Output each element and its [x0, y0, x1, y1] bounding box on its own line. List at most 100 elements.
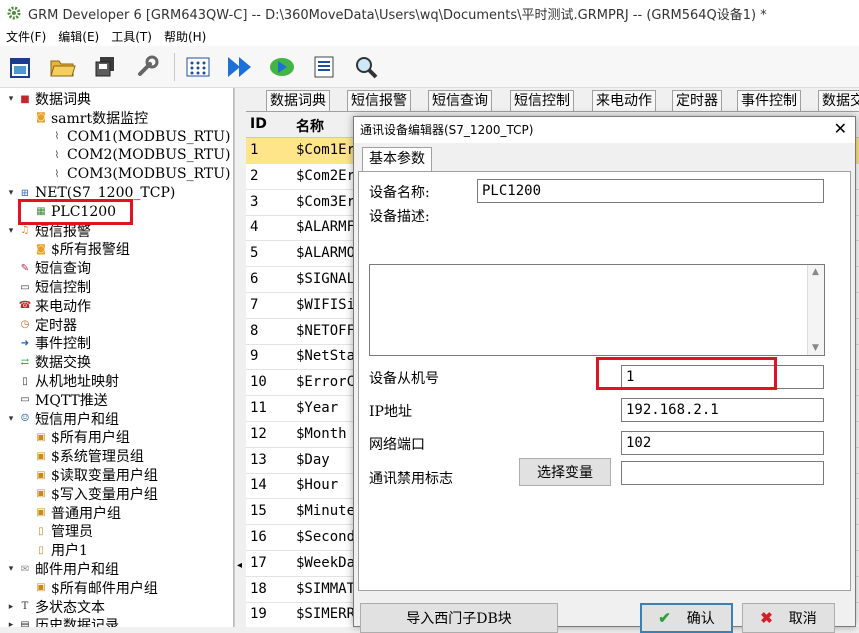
- tab-sms-control[interactable]: 短信控制: [510, 90, 574, 111]
- menu-tools[interactable]: 工具(T): [111, 28, 152, 45]
- open-folder-button[interactable]: [48, 52, 78, 82]
- scroll-up-icon[interactable]: ▲: [812, 267, 819, 277]
- ok-button[interactable]: ✔ 确认: [640, 603, 733, 633]
- device-name-label: 设备名称:: [369, 185, 430, 201]
- network-port-input[interactable]: 102: [621, 431, 824, 455]
- title-bar: GRM Developer 6 [GRM643QW-C] -- D:\360Mo…: [0, 0, 859, 26]
- cancel-x-icon: ✖: [760, 609, 773, 627]
- user-group-icon: ▣: [36, 488, 46, 500]
- tree-item[interactable]: ▾ ♫ 短信报警: [6, 222, 91, 240]
- tree-item[interactable]: ▣ $所有邮件用户组: [22, 579, 158, 597]
- expand-toggle-icon[interactable]: ▾: [6, 414, 16, 424]
- tree-item[interactable]: ▣ $系统管理员组: [22, 447, 144, 465]
- tree-item[interactable]: ⌇ COM3(MODBUS_RTU): [38, 165, 231, 183]
- tree-item[interactable]: ▣ $读取变量用户组: [22, 466, 158, 484]
- expand-toggle-icon[interactable]: ▾: [6, 94, 16, 104]
- tab-sms-alarm[interactable]: 短信报警: [347, 90, 411, 111]
- tree-item[interactable]: ▣ $写入变量用户组: [22, 485, 158, 503]
- tools-button[interactable]: [132, 52, 162, 82]
- comm-disable-flag-input[interactable]: [621, 461, 824, 485]
- tab-data-exchange[interactable]: 数据交: [818, 90, 859, 111]
- description-scrollbar[interactable]: ▲ ▼: [807, 265, 824, 355]
- tab-timer[interactable]: 定时器: [672, 90, 722, 111]
- tab-basic-params[interactable]: 基本参数: [362, 147, 432, 171]
- tree-item[interactable]: ▾ ■ 数据词典: [6, 90, 91, 108]
- tree-item[interactable]: ▯ 管理员: [22, 522, 93, 540]
- device-config-button[interactable]: [309, 52, 339, 82]
- tree-item[interactable]: ◙ samrt数据监控: [22, 109, 148, 127]
- tab-strip: 数据词典 短信报警 短信查询 短信控制 来电动作 定时器 事件控制 数据交: [246, 88, 859, 112]
- tree-item[interactable]: ▯ 用户1: [22, 541, 88, 559]
- column-header-id[interactable]: ID: [250, 116, 267, 132]
- tree-item[interactable]: ◙ $所有报警组: [22, 240, 130, 258]
- tree-item-label: 数据词典: [35, 92, 91, 108]
- tab-event-control[interactable]: 事件控制: [737, 90, 801, 111]
- menu-file[interactable]: 文件(F): [6, 28, 46, 45]
- tree-item[interactable]: ▣ 普通用户组: [22, 504, 121, 522]
- tree-item[interactable]: ▾ ✉ 邮件用户和组: [6, 560, 119, 578]
- ip-address-input[interactable]: 192.168.2.1: [621, 398, 824, 422]
- tab-data-dictionary[interactable]: 数据词典: [266, 90, 330, 111]
- cancel-button-label: 取消: [788, 611, 817, 627]
- tree-item-label: 用户1: [51, 543, 88, 560]
- expand-toggle-icon[interactable]: ▸: [6, 620, 16, 627]
- tab-call-action[interactable]: 来电动作: [592, 90, 656, 111]
- tree-item[interactable]: ◷ 定时器: [6, 316, 77, 334]
- import-siemens-db-button[interactable]: 导入西门子DB块: [360, 603, 558, 633]
- tree-item-label: COM1(MODBUS_RTU): [67, 128, 231, 145]
- search-button[interactable]: [351, 52, 381, 82]
- tab-sms-query[interactable]: 短信查询: [428, 90, 492, 111]
- tree-item[interactable]: ➜ 事件控制: [6, 334, 91, 352]
- tree-item[interactable]: ▸ ▤ 历史数据记录: [6, 616, 119, 627]
- tree-item[interactable]: ⇄ 数据交换: [6, 353, 91, 371]
- select-variable-button[interactable]: 选择变量: [519, 458, 611, 486]
- slave-number-input[interactable]: 1: [621, 365, 824, 389]
- cell-name: $SIMERR: [296, 606, 356, 623]
- tree-item-label: $所有报警组: [51, 242, 130, 259]
- tree-item[interactable]: ⌇ COM1(MODBUS_RTU): [38, 128, 231, 146]
- cancel-button[interactable]: ✖ 取消: [742, 603, 835, 633]
- expand-toggle-icon[interactable]: ▾: [6, 226, 16, 236]
- tree-item[interactable]: ▯ 从机地址映射: [6, 372, 119, 390]
- cell-id: 12: [250, 425, 267, 442]
- mqtt-icon: ▭: [20, 394, 30, 406]
- device-description-textarea[interactable]: ▲ ▼: [369, 264, 825, 356]
- collapse-arrow-icon[interactable]: ◂: [237, 560, 242, 571]
- run-button[interactable]: [267, 52, 297, 82]
- tree-item-label: 普通用户组: [51, 505, 121, 522]
- tree-item[interactable]: ▦ PLC1200: [22, 203, 116, 221]
- tree-item-label: $所有邮件用户组: [51, 580, 158, 597]
- menu-help[interactable]: 帮助(H): [164, 28, 206, 45]
- cell-name: $SIGNAL: [296, 271, 356, 287]
- panel-splitter[interactable]: ◂: [234, 88, 246, 627]
- scroll-down-icon[interactable]: ▼: [812, 343, 819, 353]
- tree-item[interactable]: ⌇ COM2(MODBUS_RTU): [38, 146, 231, 164]
- save-button[interactable]: [90, 52, 120, 82]
- tree-item[interactable]: ▭ MQTT推送: [6, 391, 108, 409]
- expand-toggle-icon[interactable]: ▾: [6, 188, 16, 198]
- cell-id: 5: [250, 245, 259, 262]
- user-icon: ▯: [38, 525, 44, 537]
- tree-item[interactable]: ✎ 短信查询: [6, 259, 91, 277]
- toolbar-separator: [174, 52, 175, 81]
- book-icon: ■: [20, 93, 30, 105]
- tree-item[interactable]: ▣ $所有用户组: [22, 428, 130, 446]
- tree-item-label: MQTT推送: [35, 392, 108, 409]
- compile-button[interactable]: [183, 52, 213, 82]
- tree-item[interactable]: ▸ T 多状态文本: [6, 598, 105, 616]
- tree-item[interactable]: ▾ ⊞ NET(S7_1200_TCP): [6, 184, 176, 202]
- device-name-input[interactable]: PLC1200: [477, 179, 824, 203]
- download-button[interactable]: [225, 52, 255, 82]
- tree-item[interactable]: ▭ 短信控制: [6, 278, 91, 296]
- cell-name: $Month: [296, 425, 347, 442]
- column-header-name[interactable]: 名称: [296, 116, 324, 136]
- tree-item[interactable]: ☎ 来电动作: [6, 297, 91, 315]
- expand-toggle-icon[interactable]: ▾: [6, 564, 16, 574]
- close-icon[interactable]: ✕: [834, 120, 847, 138]
- tree-item[interactable]: ▾ ☺ 短信用户和组: [6, 410, 119, 428]
- user-icon: ▯: [38, 544, 44, 556]
- menu-edit[interactable]: 编辑(E): [58, 28, 99, 45]
- expand-toggle-icon[interactable]: ▸: [6, 602, 16, 612]
- tree-item-label: 多状态文本: [35, 599, 105, 616]
- new-file-button[interactable]: [6, 52, 36, 82]
